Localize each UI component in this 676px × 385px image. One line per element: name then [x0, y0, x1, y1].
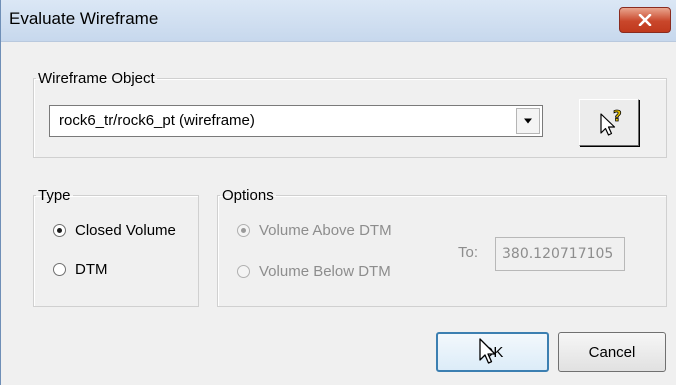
- volume-below-dtm-label: Volume Below DTM: [259, 263, 391, 280]
- evaluate-wireframe-dialog: Evaluate Wireframe Wireframe Object rock…: [0, 0, 676, 385]
- type-group: Type: [33, 187, 199, 307]
- title-bar: Evaluate Wireframe: [1, 0, 676, 42]
- cancel-label: Cancel: [588, 343, 636, 361]
- wireframe-object-select[interactable]: rock6_tr/rock6_pt (wireframe): [49, 105, 543, 137]
- options-legend: Options: [222, 187, 274, 204]
- dtm-radio[interactable]: DTM: [53, 261, 108, 278]
- wireframe-object-value: rock6_tr/rock6_pt (wireframe): [59, 112, 255, 129]
- close-x-icon: [638, 14, 652, 26]
- to-label: To:: [458, 244, 479, 261]
- closed-volume-label: Closed Volume: [75, 222, 176, 239]
- mouse-pointer-icon: [479, 338, 496, 364]
- radio-indicator: [237, 224, 250, 237]
- wireframe-object-legend: Wireframe Object: [38, 70, 155, 87]
- volume-below-dtm-radio[interactable]: Volume Below DTM: [237, 263, 391, 280]
- window-title: Evaluate Wireframe: [9, 9, 159, 28]
- pick-cursor-help-icon: ?: [600, 108, 622, 136]
- chevron-down-icon: [524, 118, 532, 124]
- radio-indicator: [53, 263, 66, 276]
- close-button[interactable]: [619, 7, 671, 33]
- to-value-field[interactable]: 380.120717105: [495, 237, 625, 271]
- svg-text:?: ?: [613, 108, 622, 125]
- radio-indicator: [237, 265, 250, 278]
- cancel-button[interactable]: Cancel: [558, 332, 666, 372]
- radio-indicator: [53, 224, 66, 237]
- type-legend: Type: [38, 187, 71, 204]
- pick-object-button[interactable]: ?: [579, 99, 639, 146]
- closed-volume-radio[interactable]: Closed Volume: [53, 222, 176, 239]
- volume-above-dtm-radio[interactable]: Volume Above DTM: [237, 222, 392, 239]
- volume-above-dtm-label: Volume Above DTM: [259, 222, 392, 239]
- dropdown-arrow-button[interactable]: [516, 108, 540, 134]
- dtm-label: DTM: [75, 261, 108, 278]
